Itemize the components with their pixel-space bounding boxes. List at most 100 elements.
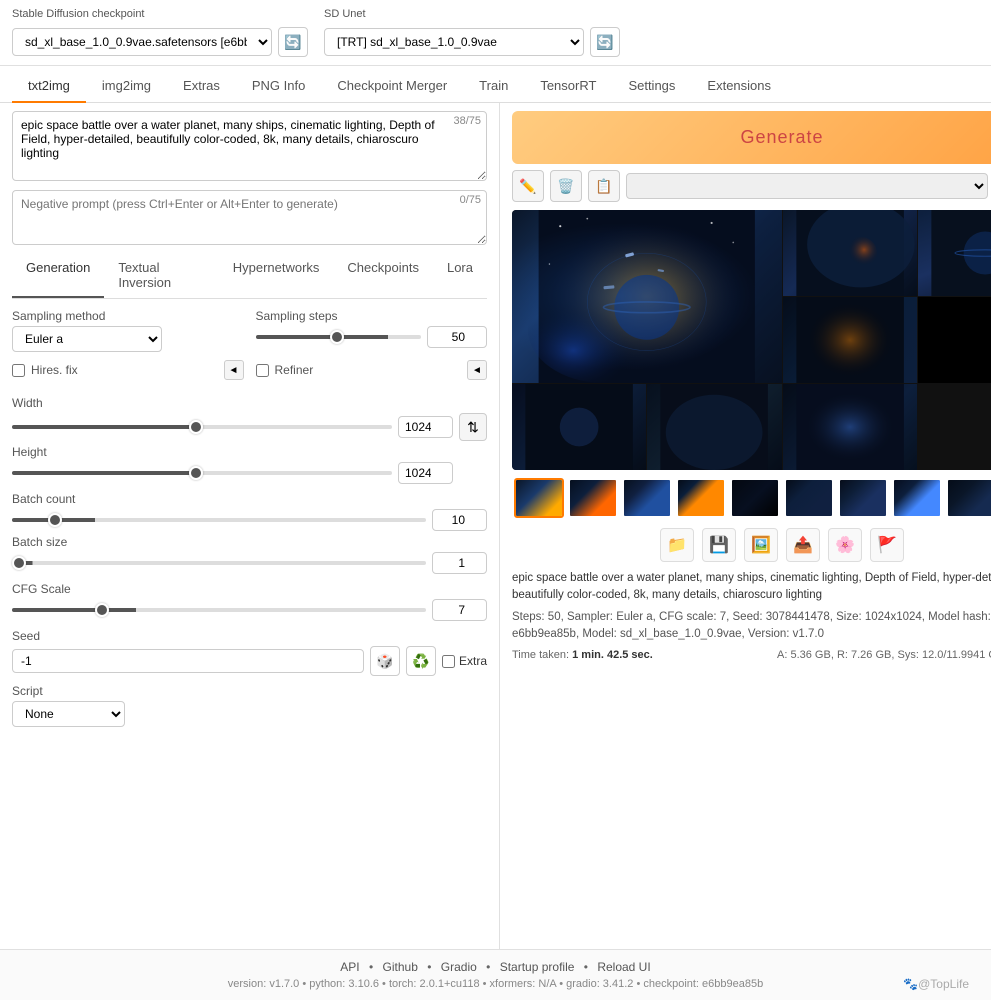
footer-link-github[interactable]: Github xyxy=(383,960,418,974)
refiner-expand-button[interactable]: ◄ xyxy=(467,360,487,380)
seed-row: Seed -1 🎲 ♻️ Extra xyxy=(12,629,487,676)
seed-input[interactable]: -1 xyxy=(12,649,364,673)
tab-txt2img[interactable]: txt2img xyxy=(12,70,86,103)
thumbnail-5[interactable] xyxy=(730,478,780,518)
main-tabs: txt2img img2img Extras PNG Info Checkpoi… xyxy=(0,70,991,103)
thumbnail-2[interactable] xyxy=(568,478,618,518)
unet-select[interactable]: [TRT] sd_xl_base_1.0_0.9vae xyxy=(324,28,584,56)
batch-count-input[interactable]: 10 xyxy=(432,509,487,531)
batch-count-slider[interactable] xyxy=(12,518,426,522)
sampling-method-select[interactable]: Euler a Euler LMS DPM++ xyxy=(12,326,162,352)
sub-tab-textual-inversion[interactable]: Textual Inversion xyxy=(104,254,218,298)
tab-extensions[interactable]: Extensions xyxy=(691,70,787,103)
pencil-button[interactable]: ✏️ xyxy=(512,170,544,202)
extra-checkbox-label: Extra xyxy=(442,654,487,668)
cfg-scale-input[interactable]: 7 xyxy=(432,599,487,621)
generate-button[interactable]: Generate xyxy=(512,111,991,164)
sub-tabs: Generation Textual Inversion Hypernetwor… xyxy=(12,254,487,299)
refiner-checkbox[interactable] xyxy=(256,364,269,377)
batch-size-slider[interactable] xyxy=(12,561,426,565)
unet-refresh-button[interactable]: 🔄 xyxy=(590,27,620,57)
time-taken-value: 1 min. 42.5 sec. xyxy=(572,649,653,661)
tab-checkpoint-merger[interactable]: Checkpoint Merger xyxy=(321,70,463,103)
thumbnail-7[interactable] xyxy=(838,478,888,518)
hires-expand-button[interactable]: ◄ xyxy=(224,360,244,380)
flag-icon-button[interactable]: 🚩 xyxy=(870,528,904,562)
image-params: Steps: 50, Sampler: Euler a, CFG scale: … xyxy=(512,609,991,644)
dice-button[interactable]: 🎲 xyxy=(370,646,400,676)
main-content: epic space battle over a water planet, m… xyxy=(0,103,991,949)
script-select[interactable]: None Prompt matrix X/Y/Z plot xyxy=(12,701,125,727)
thumbnail-9[interactable] xyxy=(946,478,991,518)
image-cell-7 xyxy=(647,384,781,470)
height-slider[interactable] xyxy=(12,471,392,475)
tab-settings[interactable]: Settings xyxy=(612,70,691,103)
cfg-scale-slider[interactable] xyxy=(12,608,426,612)
negative-prompt-input[interactable] xyxy=(12,190,487,245)
tab-extras[interactable]: Extras xyxy=(167,70,236,103)
thumbnail-1[interactable] xyxy=(514,478,564,518)
negative-prompt-counter: 0/75 xyxy=(460,194,481,206)
sub-tab-lora[interactable]: Lora xyxy=(433,254,487,298)
trash-button[interactable]: 🗑️ xyxy=(550,170,582,202)
time-info-row: Time taken: 1 min. 42.5 sec. A: 5.36 GB,… xyxy=(512,647,991,664)
checkpoint-select[interactable]: sd_xl_base_1.0_0.9vae.safetensors [e6bb9… xyxy=(12,28,272,56)
thumbnail-4[interactable] xyxy=(676,478,726,518)
save-icon-button[interactable]: 💾 xyxy=(702,528,736,562)
unet-label: SD Unet xyxy=(324,8,620,20)
recycle-button[interactable]: ♻️ xyxy=(406,646,436,676)
image-grid: ⊞ ✕ xyxy=(512,210,991,470)
sub-tab-checkpoints[interactable]: Checkpoints xyxy=(333,254,433,298)
sub-tab-hypernetworks[interactable]: Hypernetworks xyxy=(219,254,334,298)
sampling-row: Sampling method Euler a Euler LMS DPM++ … xyxy=(12,309,487,352)
sampling-steps-col: Sampling steps 50 xyxy=(256,309,488,352)
batch-size-input[interactable]: 1 xyxy=(432,552,487,574)
image-mosaic xyxy=(512,210,991,470)
folder-icon-button[interactable]: 📁 xyxy=(660,528,694,562)
refiner-checkbox-row: Refiner ◄ xyxy=(256,360,488,380)
left-panel: epic space battle over a water planet, m… xyxy=(0,103,500,949)
tab-img2img[interactable]: img2img xyxy=(86,70,167,103)
cfg-scale-label: CFG Scale xyxy=(12,582,487,596)
height-input[interactable]: 1024 xyxy=(398,462,453,484)
image-save-icon-button[interactable]: 🖼️ xyxy=(744,528,778,562)
footer-link-gradio[interactable]: Gradio xyxy=(441,960,477,974)
cfg-scale-row: CFG Scale 7 xyxy=(12,582,487,621)
hires-fix-checkbox[interactable] xyxy=(12,364,25,377)
batch-count-label: Batch count xyxy=(12,492,487,506)
thumbnail-3[interactable] xyxy=(622,478,672,518)
sub-tab-generation[interactable]: Generation xyxy=(12,254,104,298)
clipboard-button[interactable]: 📋 xyxy=(588,170,620,202)
flower-icon-button[interactable]: 🌸 xyxy=(828,528,862,562)
sampling-steps-slider[interactable] xyxy=(256,335,422,339)
right-panel: Generate ✏️ 🗑️ 📋 ✕ ✦ xyxy=(500,103,991,949)
swap-dimensions-button[interactable]: ⇅ xyxy=(459,413,487,441)
positive-prompt-input[interactable]: epic space battle over a water planet, m… xyxy=(12,111,487,181)
share-icon-button[interactable]: 📤 xyxy=(786,528,820,562)
thumbnails-row xyxy=(512,476,991,520)
sampling-steps-input[interactable]: 50 xyxy=(427,326,487,348)
footer-link-startup[interactable]: Startup profile xyxy=(500,960,575,974)
tab-png-info[interactable]: PNG Info xyxy=(236,70,321,103)
extra-checkbox[interactable] xyxy=(442,655,455,668)
footer-link-api[interactable]: API xyxy=(340,960,359,974)
script-row: Script None Prompt matrix X/Y/Z plot xyxy=(12,684,487,727)
thumbnail-6[interactable] xyxy=(784,478,834,518)
output-action-select[interactable] xyxy=(626,173,988,199)
hires-fix-label: Hires. fix xyxy=(31,363,78,377)
seed-label: Seed xyxy=(12,629,487,643)
image-cell-3 xyxy=(918,210,991,296)
footer-link-reload[interactable]: Reload UI xyxy=(597,960,650,974)
width-input[interactable]: 1024 xyxy=(398,416,453,438)
batch-size-label: Batch size xyxy=(12,535,487,549)
footer-version: version: v1.7.0 • python: 3.10.6 • torch… xyxy=(228,978,763,990)
tab-train[interactable]: Train xyxy=(463,70,524,103)
thumbnail-8[interactable] xyxy=(892,478,942,518)
tab-tensorrt[interactable]: TensorRT xyxy=(524,70,612,103)
width-slider[interactable] xyxy=(12,425,392,429)
checkpoint-refresh-button[interactable]: 🔄 xyxy=(278,27,308,57)
sampling-steps-label: Sampling steps xyxy=(256,309,488,323)
unet-section: SD Unet [TRT] sd_xl_base_1.0_0.9vae 🔄 xyxy=(324,8,620,57)
negative-prompt-container: 0/75 xyxy=(12,190,487,248)
generate-area: Generate ✏️ 🗑️ 📋 ✕ ✦ xyxy=(512,111,991,202)
